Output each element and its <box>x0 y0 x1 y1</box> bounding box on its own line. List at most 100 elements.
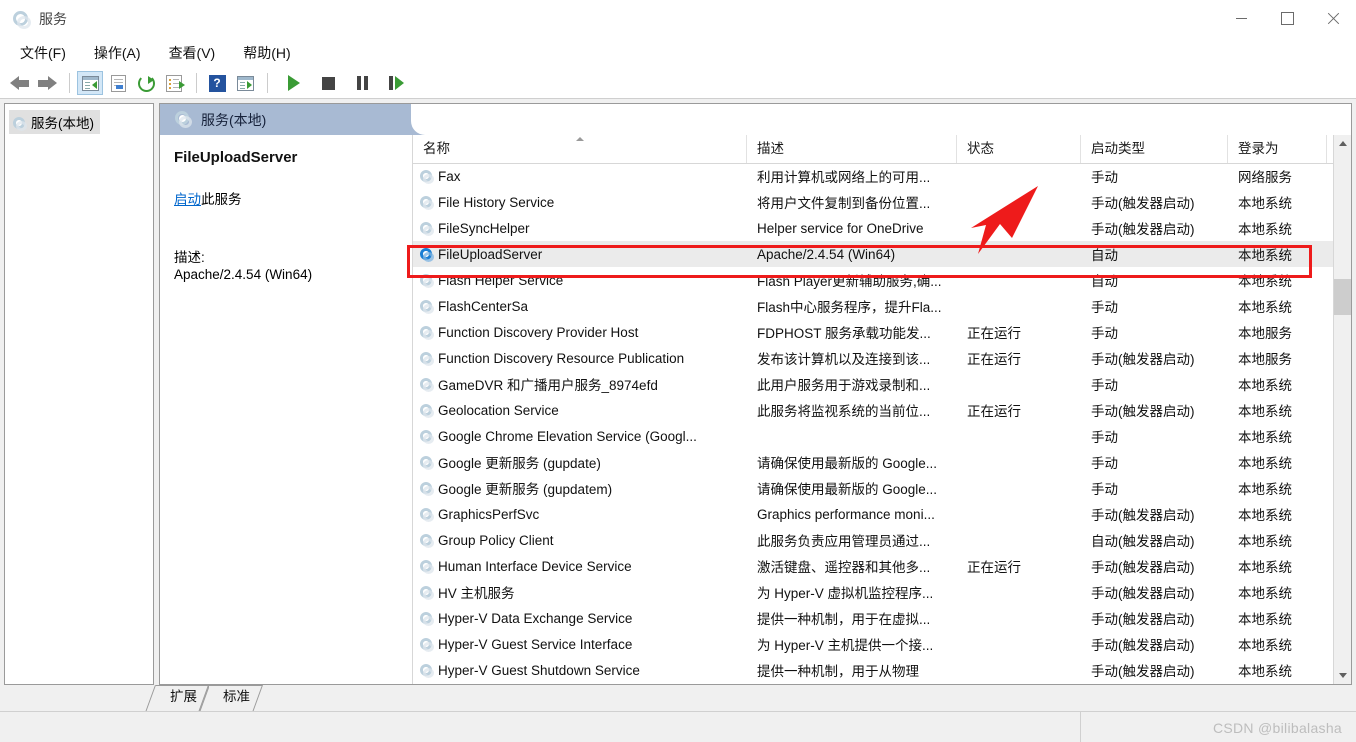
cell-description: Graphics performance moni... <box>757 506 935 522</box>
table-row[interactable]: File History Service 将用户文件复制到备份位置... 手动(触发… <box>413 189 1351 215</box>
table-row[interactable]: Google 更新服务 (gupdatem) 请确保使用最新版的 Google..… <box>413 475 1351 501</box>
service-gear-icon <box>419 169 434 184</box>
tab-standard[interactable]: 标准 <box>209 685 262 708</box>
export-list-button[interactable] <box>161 71 187 95</box>
table-row[interactable]: Function Discovery Provider Host FDPHOST … <box>413 319 1351 345</box>
table-row[interactable]: Hyper-V Guest Service Interface 为 Hyper-V… <box>413 631 1351 657</box>
cell-name: Hyper-V Guest Service Interface <box>413 637 747 652</box>
table-row[interactable]: Fax 利用计算机或网络上的可用... 手动 网络服务 <box>413 163 1351 189</box>
scroll-up-button[interactable] <box>1334 135 1351 152</box>
service-name-label: FileUploadServer <box>438 246 543 262</box>
menu-view[interactable]: 查看(V) <box>157 40 228 66</box>
cell-description: 为 Hyper-V 虚拟机监控程序... <box>757 586 934 601</box>
service-gear-icon <box>419 611 434 626</box>
column-name[interactable]: 名称 <box>413 135 747 163</box>
column-header-label: 启动类型 <box>1091 141 1145 156</box>
service-name-label: Geolocation Service <box>438 402 559 418</box>
maximize-button[interactable] <box>1264 0 1310 37</box>
cell-description: Apache/2.4.54 (Win64) <box>757 246 896 262</box>
restart-service-button[interactable] <box>383 71 409 95</box>
cell-log-on-as: 本地系统 <box>1238 248 1292 263</box>
cell-startup-type: 手动 <box>1091 430 1118 445</box>
refresh-button[interactable] <box>133 71 159 95</box>
cell-log-on-as: 本地系统 <box>1238 560 1292 575</box>
start-service-button[interactable] <box>281 71 307 95</box>
minimize-button[interactable] <box>1218 0 1264 37</box>
column-log-on-as[interactable]: 登录为 <box>1228 135 1327 163</box>
menu-action[interactable]: 操作(A) <box>82 40 153 66</box>
cell-status: 正在运行 <box>967 560 1021 575</box>
service-name-label: Flash Helper Service <box>438 272 564 288</box>
table-row[interactable]: Group Policy Client 此服务负责应用管理员通过... 自动(触发器… <box>413 527 1351 553</box>
tab-label: 扩展 <box>170 689 197 704</box>
service-gear-icon <box>419 299 434 314</box>
properties-window-icon <box>110 74 126 92</box>
pause-service-button[interactable] <box>349 71 375 95</box>
start-service-link[interactable]: 启动 <box>174 192 201 207</box>
cell-description: 此服务负责应用管理员通过... <box>757 534 931 549</box>
table-row[interactable]: Geolocation Service 此服务将监视系统的当前位... 正在运行 手动… <box>413 397 1351 423</box>
cell-startup-type: 自动 <box>1091 274 1118 289</box>
table-row[interactable]: Human Interface Device Service 激活键盘、遥控器和其… <box>413 553 1351 579</box>
status-bar: CSDN @bilibalasha <box>0 711 1356 742</box>
description-label: 描述: <box>174 250 205 265</box>
selected-service-name: FileUploadServer <box>174 149 298 166</box>
service-name-label: Hyper-V Guest Shutdown Service <box>438 662 640 678</box>
show-hide-tree-button[interactable] <box>77 71 103 95</box>
table-row[interactable]: Google Chrome Elevation Service (Googl..… <box>413 423 1351 449</box>
cell-name: FlashCenterSa <box>413 299 747 314</box>
back-button[interactable] <box>6 71 32 95</box>
stop-service-button[interactable] <box>315 71 341 95</box>
table-row[interactable]: Hyper-V Guest Shutdown Service 提供一种机制，用于从… <box>413 657 1351 683</box>
cell-startup-type: 手动(触发器启动) <box>1091 404 1195 419</box>
menu-file[interactable]: 文件(F) <box>8 40 78 66</box>
table-row[interactable]: GraphicsPerfSvc Graphics performance moni… <box>413 501 1351 527</box>
pane-header: 服务(本地) <box>160 104 1351 135</box>
cell-startup-type: 手动 <box>1091 456 1118 471</box>
table-row[interactable]: Function Discovery Resource Publication 发… <box>413 345 1351 371</box>
chevron-down-icon <box>1338 673 1347 678</box>
close-icon <box>1327 13 1339 25</box>
start-service-action: 启动此服务 <box>174 188 402 208</box>
close-button[interactable] <box>1310 0 1356 37</box>
service-gear-icon <box>419 637 434 652</box>
tab-label: 标准 <box>223 689 250 704</box>
column-description[interactable]: 描述 <box>747 135 957 163</box>
help-button[interactable]: ? <box>204 71 230 95</box>
properties-button[interactable] <box>105 71 131 95</box>
cell-name: Flash Helper Service <box>413 273 747 288</box>
service-gear-icon <box>419 507 434 522</box>
scroll-down-button[interactable] <box>1334 667 1351 684</box>
table-row[interactable]: Google 更新服务 (gupdate) 请确保使用最新版的 Google...… <box>413 449 1351 475</box>
forward-button[interactable] <box>34 71 60 95</box>
service-name-label: GameDVR 和广播用户服务_8974efd <box>438 378 658 393</box>
service-gear-icon <box>419 533 434 548</box>
cell-description: 请确保使用最新版的 Google... <box>757 456 938 471</box>
table-row[interactable]: GameDVR 和广播用户服务_8974efd 此用户服务用于游戏录制和... 手动… <box>413 371 1351 397</box>
cell-description: 为 Hyper-V 主机提供一个接... <box>757 638 934 653</box>
table-row[interactable]: Flash Helper Service Flash Player更新辅助服务,确… <box>413 267 1351 293</box>
column-startup-type[interactable]: 启动类型 <box>1081 135 1228 163</box>
cell-log-on-as: 本地系统 <box>1238 300 1292 315</box>
cell-log-on-as: 本地系统 <box>1238 482 1292 497</box>
cell-startup-type: 手动(触发器启动) <box>1091 352 1195 367</box>
show-action-pane-button[interactable] <box>232 71 258 95</box>
table-row[interactable]: FileUploadServer Apache/2.4.54 (Win64) 自动 本… <box>413 241 1351 267</box>
tree-item-label: 服务(本地) <box>31 116 94 131</box>
vertical-scrollbar[interactable] <box>1333 135 1351 684</box>
table-row[interactable]: HV 主机服务 为 Hyper-V 虚拟机监控程序... 手动(触发器启动) 本地系统 <box>413 579 1351 605</box>
scrollbar-thumb[interactable] <box>1334 279 1351 315</box>
toolbar-separator <box>196 73 197 93</box>
service-name-label: GraphicsPerfSvc <box>438 506 540 522</box>
cell-description: 请确保使用最新版的 Google... <box>757 482 938 497</box>
table-row[interactable]: FileSyncHelper Helper service for OneDriv… <box>413 215 1351 241</box>
table-row[interactable]: Hyper-V Data Exchange Service 提供一种机制，用于在虚… <box>413 605 1351 631</box>
export-list-icon <box>166 74 185 92</box>
cell-startup-type: 手动 <box>1091 170 1118 185</box>
service-gear-icon <box>419 273 434 288</box>
column-status[interactable]: 状态 <box>957 135 1081 163</box>
menu-help[interactable]: 帮助(H) <box>231 40 302 66</box>
table-row[interactable]: FlashCenterSa Flash中心服务程序，提升Fla... 手动 本地系统 <box>413 293 1351 319</box>
cell-description: Flash Player更新辅助服务,确... <box>757 274 942 289</box>
tree-item-services-local[interactable]: 服务(本地) <box>9 110 100 134</box>
